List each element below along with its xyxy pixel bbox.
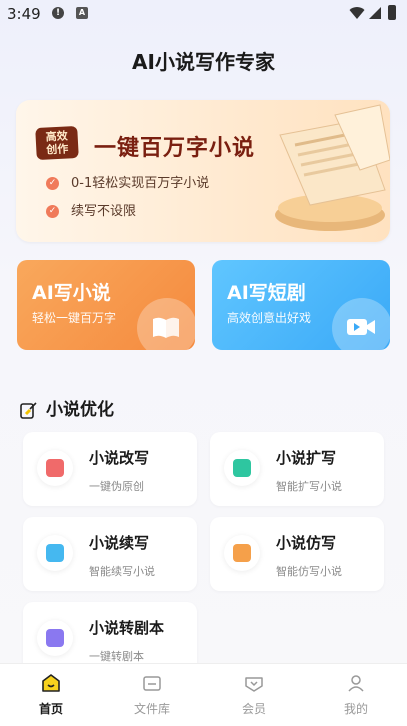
feature-subtitle: 一键伪原创 xyxy=(89,480,144,493)
script-icon xyxy=(46,629,64,647)
feature-title: 小说续写 xyxy=(89,534,150,552)
tab-home[interactable]: 首页 xyxy=(11,664,91,726)
folder-icon xyxy=(143,676,161,691)
status-bar: 3:49 ! A xyxy=(0,0,407,28)
home-icon xyxy=(42,674,60,692)
ai-short-drama-card[interactable]: AI写短剧 高效创意出好戏 xyxy=(212,260,390,350)
profile-icon xyxy=(348,675,364,692)
imitate-icon xyxy=(233,544,251,562)
feature-subtitle: 一键转剧本 xyxy=(89,650,144,663)
bottom-tab-bar: 首页 文件库 会员 我的 xyxy=(0,663,407,726)
newspaper-illustration xyxy=(275,104,390,231)
section-novel-optimize: 小说优化 xyxy=(20,395,114,420)
feature-title: 小说仿写 xyxy=(276,534,337,552)
hero-banner[interactable]: 高效 创作 一键百万字小说 ✓ 0-1轻松实现百万字小说 ✓ 续写不设限 xyxy=(16,100,390,242)
check-icon: ✓ xyxy=(46,177,59,190)
rewrite-icon xyxy=(46,459,64,477)
card-title: AI写短剧 xyxy=(227,282,306,304)
battery-icon xyxy=(388,5,396,20)
tab-files[interactable]: 文件库 xyxy=(112,664,192,726)
video-camera-icon xyxy=(347,319,375,335)
check-icon: ✓ xyxy=(46,205,59,218)
hero-point: ✓ 续写不设限 xyxy=(46,200,136,219)
feature-subtitle: 智能仿写小说 xyxy=(276,565,342,578)
tab-profile[interactable]: 我的 xyxy=(316,664,396,726)
feature-continue[interactable]: 小说续写 智能续写小说 xyxy=(23,517,197,591)
tab-label: 文件库 xyxy=(133,702,170,716)
hero-headline: 一键百万字小说 xyxy=(94,136,256,161)
notification-icon: A xyxy=(76,7,88,19)
card-title: AI写小说 xyxy=(32,282,111,304)
card-subtitle: 高效创意出好戏 xyxy=(227,311,312,325)
feature-rewrite[interactable]: 小说改写 一键伪原创 xyxy=(23,432,197,506)
expand-text-icon xyxy=(233,459,251,477)
book-icon xyxy=(153,317,179,338)
feature-title: 小说改写 xyxy=(89,449,150,467)
wifi-icon xyxy=(349,7,365,20)
tab-label: 我的 xyxy=(343,702,368,716)
feature-title: 小说扩写 xyxy=(276,449,337,467)
tab-vip[interactable]: 会员 xyxy=(214,664,294,726)
feature-subtitle: 智能续写小说 xyxy=(89,565,155,578)
ai-novel-card[interactable]: AI写小说 轻松一键百万字 xyxy=(17,260,195,350)
feature-title: 小说转剧本 xyxy=(89,619,165,637)
alert-icon: ! xyxy=(52,7,64,19)
section-title: 小说优化 xyxy=(46,400,114,420)
feature-expand[interactable]: 小说扩写 智能扩写小说 xyxy=(210,432,384,506)
signal-icon xyxy=(369,7,381,19)
continue-write-icon xyxy=(46,544,64,562)
feature-subtitle: 智能扩写小说 xyxy=(276,480,342,493)
hero-badge: 高效 创作 xyxy=(35,125,79,161)
hero-point: ✓ 0-1轻松实现百万字小说 xyxy=(46,172,209,191)
vip-icon xyxy=(245,677,263,692)
page-title: AI小说写作专家 xyxy=(132,50,275,74)
tab-label: 首页 xyxy=(38,702,63,716)
pencil-note-icon xyxy=(20,402,37,419)
feature-imitate[interactable]: 小说仿写 智能仿写小说 xyxy=(210,517,384,591)
card-subtitle: 轻松一键百万字 xyxy=(32,311,117,325)
status-time: 3:49 xyxy=(7,5,41,23)
tab-label: 会员 xyxy=(241,702,266,716)
